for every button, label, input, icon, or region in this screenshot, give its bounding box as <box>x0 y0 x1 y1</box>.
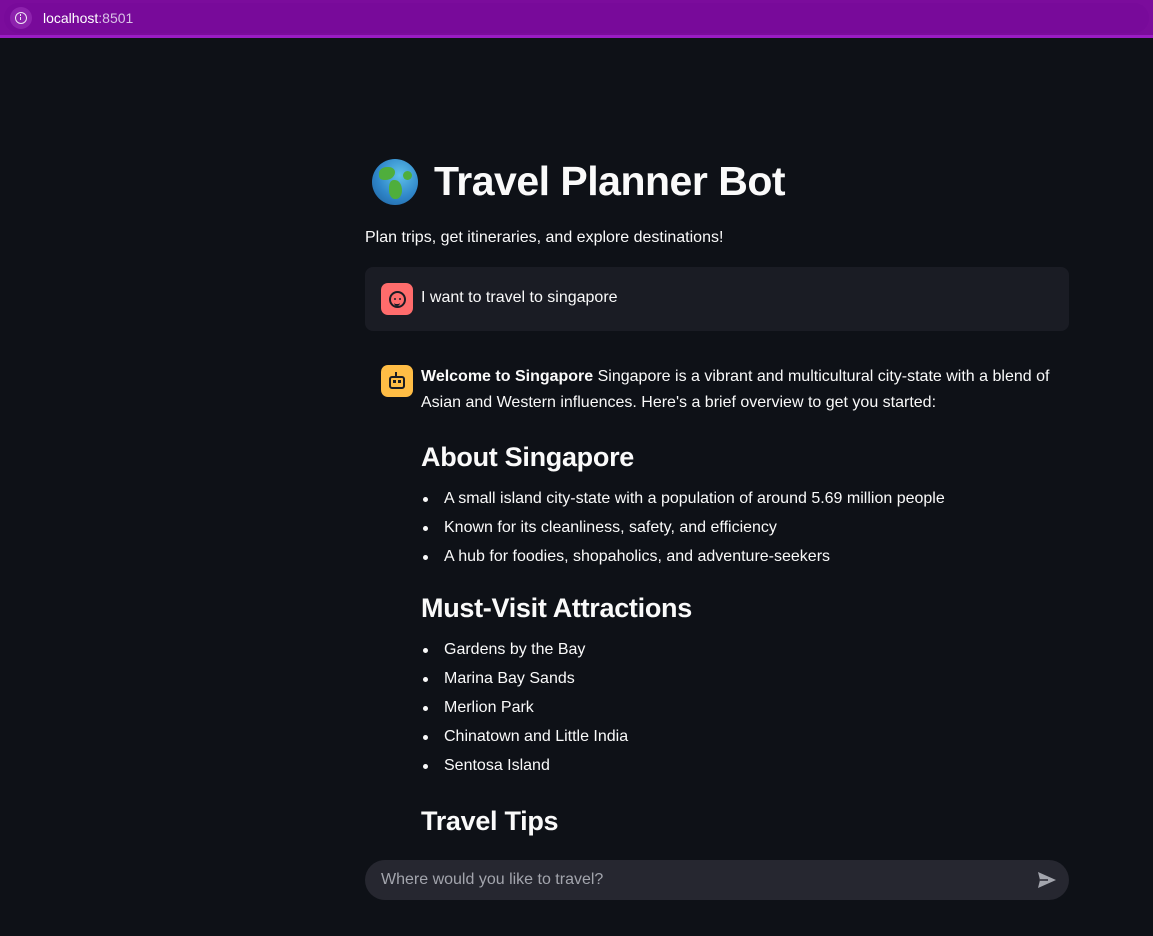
assistant-intro: Welcome to Singapore Singapore is a vibr… <box>421 368 1050 411</box>
assistant-message: Welcome to Singapore Singapore is a vibr… <box>421 364 1057 836</box>
chat-scroll-area[interactable]: Travel Planner Bot Plan trips, get itine… <box>0 40 1153 844</box>
list-item: Sentosa Island <box>421 753 1057 782</box>
list-item: Chinatown and Little India <box>421 724 1057 753</box>
list-item: Merlion Park <box>421 695 1057 724</box>
list-item: Known for its cleanliness, safety, and e… <box>421 515 1057 544</box>
url-text[interactable]: localhost:8501 <box>43 10 133 26</box>
url-field[interactable]: localhost:8501 <box>4 2 1149 33</box>
chat-input[interactable] <box>365 860 1069 900</box>
page-subtitle: Plan trips, get itineraries, and explore… <box>365 229 724 246</box>
section-heading: Must-Visit Attractions <box>421 593 692 623</box>
page-header: Travel Planner Bot <box>372 158 786 205</box>
globe-icon <box>372 158 418 205</box>
info-icon[interactable] <box>10 6 32 29</box>
user-message: I want to travel to singapore <box>365 267 1069 331</box>
user-face-icon <box>381 283 413 315</box>
section-heading: Travel Tips <box>421 806 559 836</box>
list-item: Gardens by the Bay <box>421 637 1057 666</box>
list-item: Marina Bay Sands <box>421 666 1057 695</box>
list-item: A hub for foodies, shopaholics, and adve… <box>421 544 1057 573</box>
section-list: A small island city-state with a populat… <box>421 486 1057 573</box>
section-list: Gardens by the Bay Marina Bay Sands Merl… <box>421 637 1057 782</box>
send-button[interactable] <box>1035 868 1059 892</box>
send-icon <box>1038 872 1056 888</box>
browser-address-bar: localhost:8501 <box>0 0 1153 38</box>
user-message-text: I want to travel to singapore <box>421 289 618 306</box>
page-title: Travel Planner Bot <box>434 158 786 204</box>
list-item: A small island city-state with a populat… <box>421 486 1057 515</box>
robot-icon <box>381 365 413 397</box>
section-heading: About Singapore <box>421 442 634 472</box>
